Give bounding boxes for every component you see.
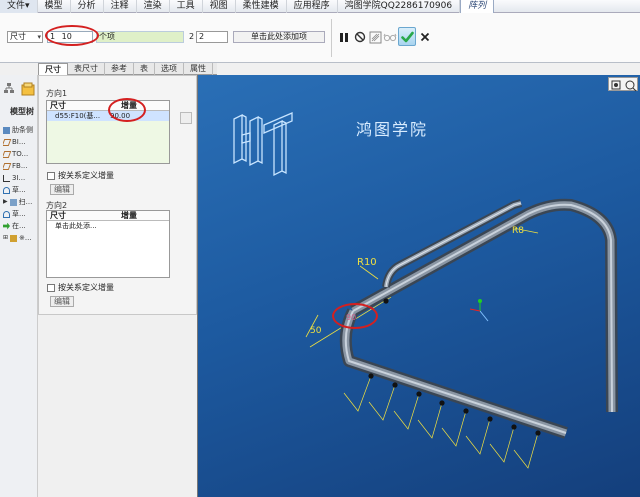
model-tree-title: 模型树 (10, 107, 34, 116)
items-label: 个项 (96, 31, 184, 43)
table-row[interactable]: 单击此处添... (47, 221, 169, 231)
model-geometry[interactable]: R10 50 90 R8 (198, 75, 640, 497)
graphics-viewport[interactable]: 鸿图学院 R10 50 90 R8 (197, 75, 640, 497)
direction2-relation-checkbox[interactable]: 按关系定义增量 (47, 282, 114, 293)
tree-tool-icons (0, 82, 38, 100)
tab-dimensions[interactable]: 尺寸 (38, 63, 68, 75)
dim-right-label[interactable]: R8 (512, 226, 524, 236)
model-tree: 肋条侧 BI... TO... FB... 3I... 草... ▶ 扫... 草… (3, 124, 39, 244)
checkbox-box[interactable] (47, 283, 55, 292)
row-increment[interactable] (105, 221, 110, 231)
highlight-count-circle (45, 25, 99, 46)
row-dimension: d55:F10(基... (55, 112, 101, 120)
part-icon (3, 126, 10, 134)
menu-file[interactable]: 文件▾ (0, 0, 38, 13)
tree-node-sketch-2[interactable]: 草... (3, 208, 39, 220)
pattern-type-value: 尺寸 (10, 32, 26, 41)
csys-icon (3, 174, 10, 182)
menu-annotate[interactable]: 注释 (104, 0, 137, 13)
tree-node-sketch-1[interactable]: 草... (3, 184, 39, 196)
highlight-dimension-circle (332, 303, 378, 329)
sketch-icon (3, 210, 10, 218)
panel-tabs: 尺寸 表尺寸 参考 表 选项 属性 (38, 63, 217, 75)
menu-render[interactable]: 渲染 (137, 0, 170, 13)
menu-analysis[interactable]: 分析 (71, 0, 104, 13)
panel-background (38, 315, 197, 497)
plane-icon (3, 150, 12, 158)
col-dimension: 尺寸 (50, 211, 66, 220)
tab-table-dimensions[interactable]: 表尺寸 (68, 63, 105, 75)
tree-node-datum-3[interactable]: FB... (3, 160, 39, 172)
tab-references[interactable]: 参考 (105, 63, 134, 75)
divider (331, 19, 332, 57)
direction1-label: 方向1 (46, 89, 68, 98)
plane-icon (3, 162, 12, 170)
plane-icon (3, 138, 12, 146)
tree-node-csys[interactable]: 3I... (3, 172, 39, 184)
tab-properties[interactable]: 属性 (184, 63, 213, 75)
panel-sash-icon[interactable] (180, 112, 192, 124)
direction2-edit-button[interactable]: 编辑 (50, 296, 74, 307)
col-increment: 增量 (121, 211, 137, 220)
expand-plus-icon[interactable]: ⊞ (3, 232, 8, 244)
menu-model[interactable]: 模型 (38, 0, 71, 13)
checkbox-box[interactable] (47, 171, 55, 180)
layer-folder-icon[interactable] (21, 82, 35, 96)
dimension-lines (305, 224, 539, 348)
sketch-icon (3, 186, 10, 194)
direction2-count-input[interactable]: 2 (196, 31, 228, 43)
menu-custom-tab[interactable]: 鸿图学院QQ2286170906 (338, 0, 461, 13)
menu-view[interactable]: 视图 (203, 0, 236, 13)
direction2-table: 尺寸 增量 单击此处添... (46, 210, 170, 278)
ok-check-button[interactable] (398, 27, 416, 46)
sweep-icon (9, 198, 17, 206)
tree-node-datum-1[interactable]: BI... (3, 136, 39, 148)
tab-tables[interactable]: 表 (134, 63, 155, 75)
no-preview-icon[interactable] (352, 28, 368, 46)
menu-bar: 文件▾ 模型 分析 注释 渲染 工具 视图 柔性建模 应用程序 鸿图学院QQ22… (0, 0, 640, 13)
tree-node-pattern[interactable]: ⊞ ※... (3, 232, 39, 244)
direction2-number: 2 (189, 32, 195, 41)
tree-node-root[interactable]: 肋条侧 (3, 124, 39, 136)
direction1-relation-checkbox[interactable]: 按关系定义增量 (47, 170, 114, 181)
cancel-x-button[interactable] (417, 28, 433, 46)
checkbox-label: 按关系定义增量 (58, 283, 114, 292)
glasses-icon[interactable] (382, 28, 398, 46)
r10-label[interactable]: R10 (357, 257, 377, 268)
menu-applications[interactable]: 应用程序 (287, 0, 338, 13)
row-dimension: 单击此处添... (55, 222, 97, 230)
dropdown-arrow-icon: ▾ (37, 33, 41, 41)
col-dimension: 尺寸 (50, 101, 66, 110)
checkbox-label: 按关系定义增量 (58, 171, 114, 180)
table-header: 尺寸 增量 (47, 211, 169, 221)
pattern-type-select[interactable]: 尺寸 ▾ (7, 31, 43, 43)
pattern-icon (10, 234, 18, 242)
insert-arrow-icon (3, 222, 10, 230)
tree-node-sweep[interactable]: ▶ 扫... (3, 196, 39, 208)
menu-tools[interactable]: 工具 (170, 0, 203, 13)
add-item-button[interactable]: 单击此处添加项 (233, 31, 325, 43)
direction1-edit-button[interactable]: 编辑 (50, 184, 74, 195)
highlight-increment-circle (108, 98, 146, 122)
dim-50-label[interactable]: 50 (310, 326, 322, 336)
menu-pattern[interactable]: 阵列 (460, 0, 495, 13)
csys-marker (469, 299, 489, 322)
tree-node-datum-2[interactable]: TO... (3, 148, 39, 160)
tree-structure-icon[interactable] (3, 82, 15, 94)
tab-options[interactable]: 选项 (155, 63, 184, 75)
expand-arrow-icon[interactable]: ▶ (3, 196, 8, 208)
tree-node-insert-here[interactable]: 在... (3, 220, 39, 232)
menu-flexible-modeling[interactable]: 柔性建模 (236, 0, 287, 13)
preview-icon[interactable] (367, 28, 383, 46)
pause-icon[interactable] (336, 28, 352, 46)
